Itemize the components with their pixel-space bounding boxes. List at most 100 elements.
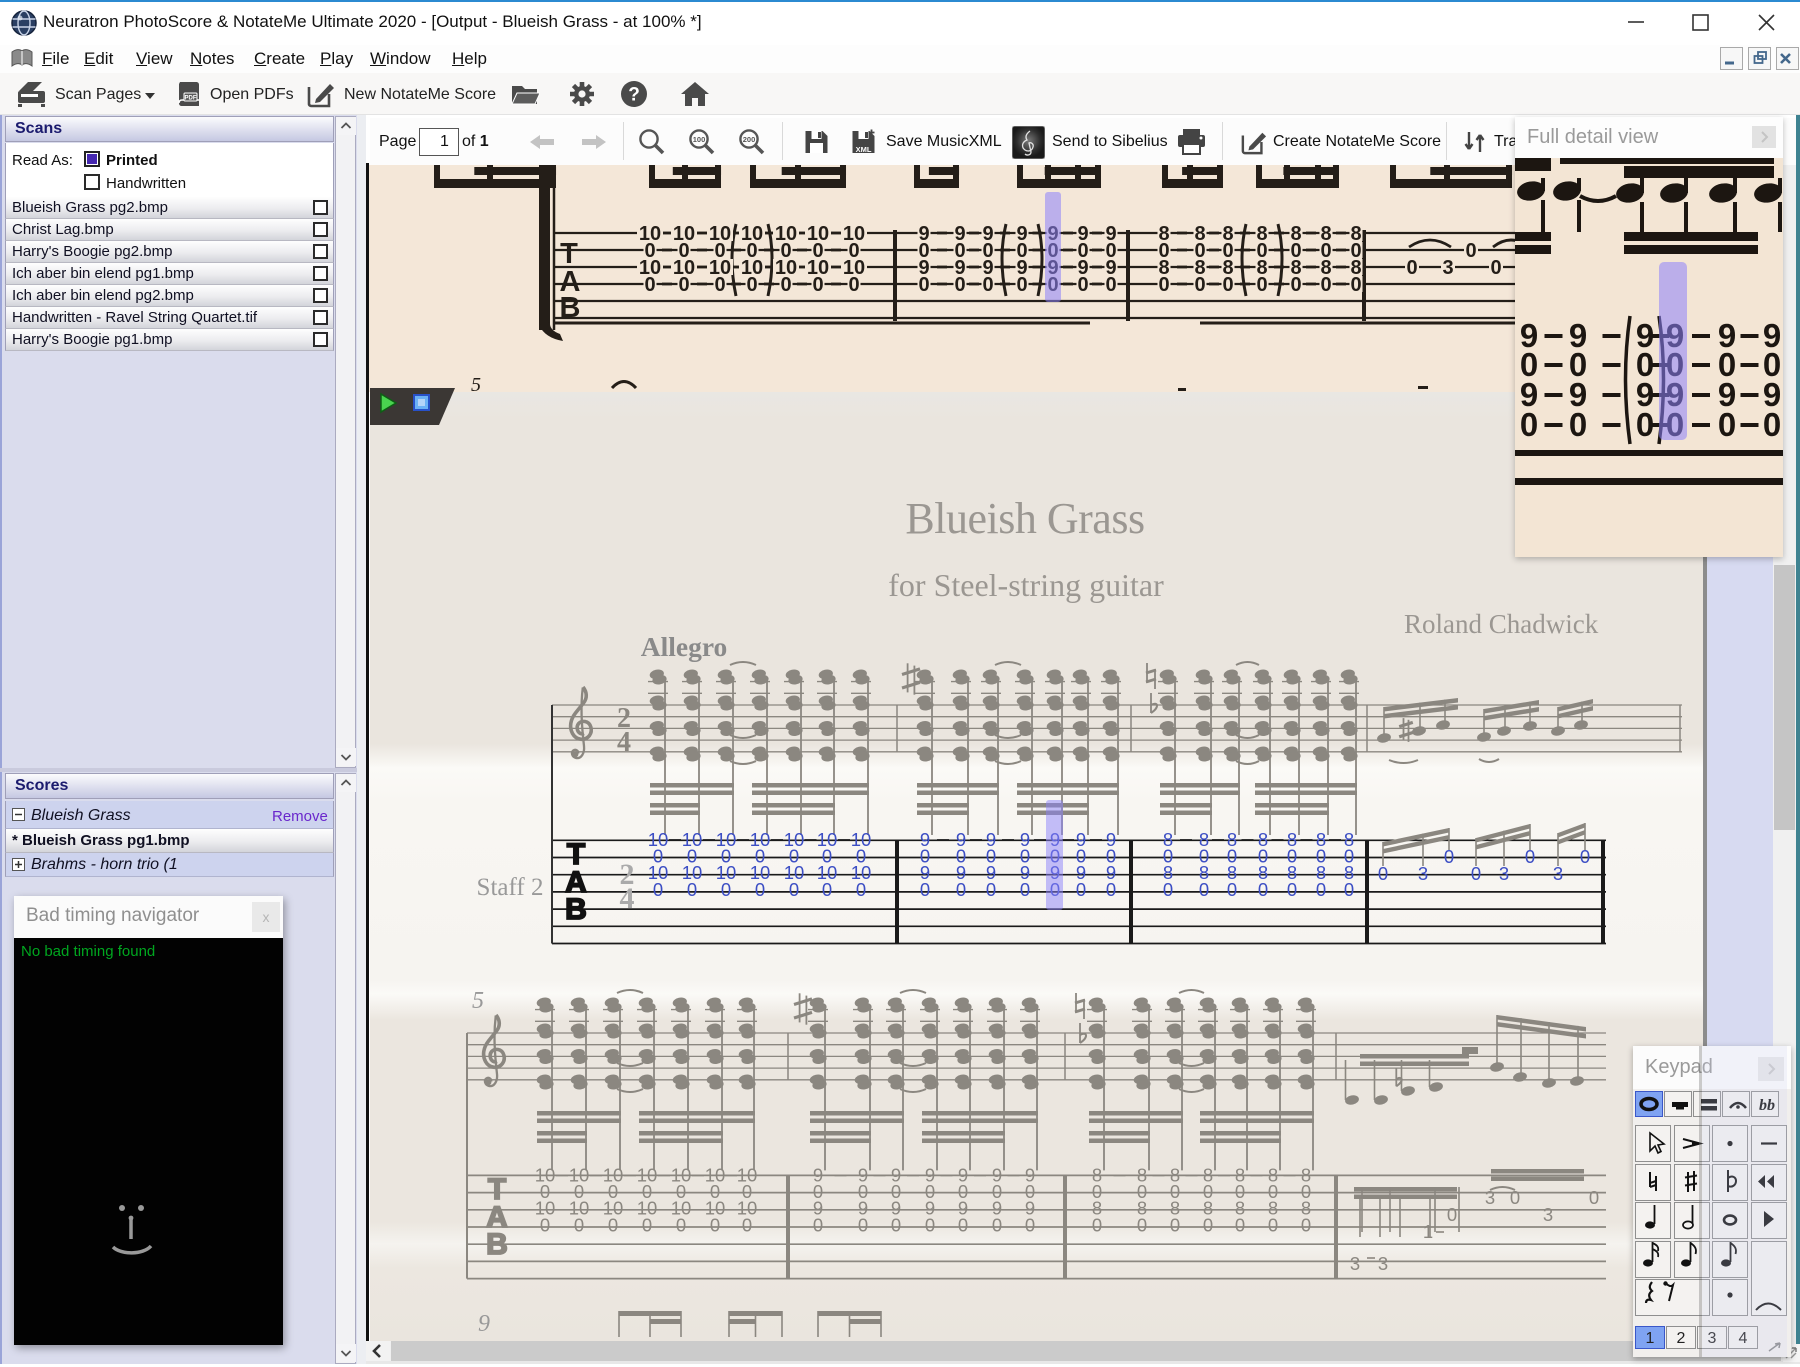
- svg-text:B: B: [560, 292, 581, 324]
- svg-text:0: 0: [1718, 406, 1736, 443]
- svg-text:5: 5: [471, 374, 481, 392]
- svg-text:0: 0: [1301, 1214, 1311, 1235]
- svg-text:0: 0: [780, 274, 791, 296]
- svg-text:3: 3: [1378, 1253, 1388, 1274]
- svg-text:200: 200: [743, 135, 756, 144]
- svg-text:0: 0: [678, 274, 689, 296]
- svg-text:0: 0: [574, 1214, 584, 1235]
- svg-text:Allegro: Allegro: [641, 631, 728, 662]
- svg-text:0: 0: [1235, 1214, 1245, 1235]
- svg-text:0: 0: [954, 274, 965, 296]
- svg-text:0: 0: [710, 1214, 720, 1235]
- svg-text:4: 4: [620, 882, 635, 915]
- svg-text:0: 0: [1194, 274, 1205, 296]
- svg-text:9: 9: [478, 1311, 490, 1337]
- svg-text:0: 0: [982, 274, 993, 296]
- svg-text:0: 0: [1258, 879, 1268, 900]
- svg-text:0: 0: [1447, 1204, 1457, 1225]
- svg-text:for Steel-string guitar: for Steel-string guitar: [888, 567, 1164, 603]
- svg-text:0: 0: [1106, 879, 1116, 900]
- svg-text:0: 0: [1344, 879, 1354, 900]
- svg-text:0: 0: [608, 1214, 618, 1235]
- svg-text:0: 0: [1199, 879, 1209, 900]
- svg-text:3: 3: [1499, 863, 1509, 884]
- svg-text:0: 0: [822, 879, 832, 900]
- svg-text:0: 0: [789, 879, 799, 900]
- svg-text:0: 0: [1092, 1214, 1102, 1235]
- svg-text:0: 0: [644, 274, 655, 296]
- svg-text:Staff 2: Staff 2: [477, 874, 544, 901]
- svg-text:0: 0: [1406, 257, 1417, 279]
- svg-text:0: 0: [687, 879, 697, 900]
- svg-text:0: 0: [742, 1214, 752, 1235]
- svg-text:1: 1: [1423, 1221, 1433, 1242]
- svg-text:0: 0: [1077, 274, 1088, 296]
- svg-text:?: ?: [628, 85, 640, 106]
- svg-text:0: 0: [956, 879, 966, 900]
- svg-text:0: 0: [891, 1214, 901, 1235]
- svg-text:0: 0: [992, 1214, 1002, 1235]
- svg-text:Blueish Grass: Blueish Grass: [905, 494, 1144, 543]
- svg-text:3: 3: [1543, 1204, 1553, 1225]
- svg-text:0: 0: [1520, 406, 1538, 443]
- svg-text:0: 0: [848, 274, 859, 296]
- svg-text:0: 0: [1490, 257, 1501, 279]
- svg-text:0: 0: [714, 274, 725, 296]
- svg-text:0: 0: [918, 274, 929, 296]
- svg-text:PDF: PDF: [185, 96, 197, 102]
- svg-text:0: 0: [755, 879, 765, 900]
- svg-text:0: 0: [1256, 274, 1267, 296]
- svg-text:0: 0: [812, 274, 823, 296]
- svg-text:0: 0: [676, 1214, 686, 1235]
- svg-text:0: 0: [1471, 863, 1481, 884]
- svg-text:0: 0: [1320, 274, 1331, 296]
- svg-text:XML: XML: [856, 145, 872, 154]
- svg-text:5: 5: [472, 988, 484, 1014]
- svg-text:B: B: [486, 1228, 508, 1261]
- svg-text:0: 0: [1137, 1214, 1147, 1235]
- svg-text:3: 3: [1553, 863, 1563, 884]
- svg-text:0: 0: [1020, 879, 1030, 900]
- svg-text:0: 0: [1525, 846, 1535, 867]
- svg-text:0: 0: [1350, 274, 1361, 296]
- svg-text:0: 0: [1170, 1214, 1180, 1235]
- svg-text:3: 3: [1350, 1253, 1360, 1274]
- svg-text:0: 0: [986, 879, 996, 900]
- svg-text:0: 0: [1076, 879, 1086, 900]
- svg-text:0: 0: [721, 879, 731, 900]
- svg-text:0: 0: [1316, 879, 1326, 900]
- svg-text:0: 0: [1016, 274, 1027, 296]
- svg-text:0: 0: [1290, 274, 1301, 296]
- svg-text:0: 0: [540, 1214, 550, 1235]
- svg-text:0: 0: [1222, 274, 1233, 296]
- svg-text:0: 0: [642, 1214, 652, 1235]
- svg-text:0: 0: [856, 879, 866, 900]
- svg-text:0: 0: [1510, 1187, 1520, 1208]
- svg-text:0: 0: [1580, 846, 1590, 867]
- svg-text:B: B: [565, 893, 587, 926]
- svg-text:0: 0: [1444, 846, 1454, 867]
- svg-text:0: 0: [858, 1214, 868, 1235]
- svg-text:0: 0: [1158, 274, 1169, 296]
- svg-text:0: 0: [1105, 274, 1116, 296]
- svg-text:0: 0: [1025, 1214, 1035, 1235]
- svg-text:0: 0: [1763, 406, 1781, 443]
- svg-text:0: 0: [1589, 1187, 1599, 1208]
- svg-text:0: 0: [1227, 879, 1237, 900]
- svg-text:0: 0: [1163, 879, 1173, 900]
- svg-text:0: 0: [920, 879, 930, 900]
- svg-text:0: 0: [958, 1214, 968, 1235]
- svg-text:3: 3: [1485, 1187, 1495, 1208]
- svg-text:0: 0: [1287, 879, 1297, 900]
- svg-text:3: 3: [1418, 863, 1428, 884]
- svg-text:0: 0: [1378, 863, 1388, 884]
- svg-text:100: 100: [693, 135, 706, 144]
- svg-text:0: 0: [746, 274, 757, 296]
- svg-text:0: 0: [813, 1214, 823, 1235]
- svg-text:0: 0: [1569, 406, 1587, 443]
- svg-text:Roland Chadwick: Roland Chadwick: [1404, 609, 1599, 639]
- svg-text:0: 0: [1203, 1214, 1213, 1235]
- svg-text:0: 0: [1268, 1214, 1278, 1235]
- svg-text:0: 0: [1465, 240, 1476, 262]
- svg-text:0: 0: [653, 879, 663, 900]
